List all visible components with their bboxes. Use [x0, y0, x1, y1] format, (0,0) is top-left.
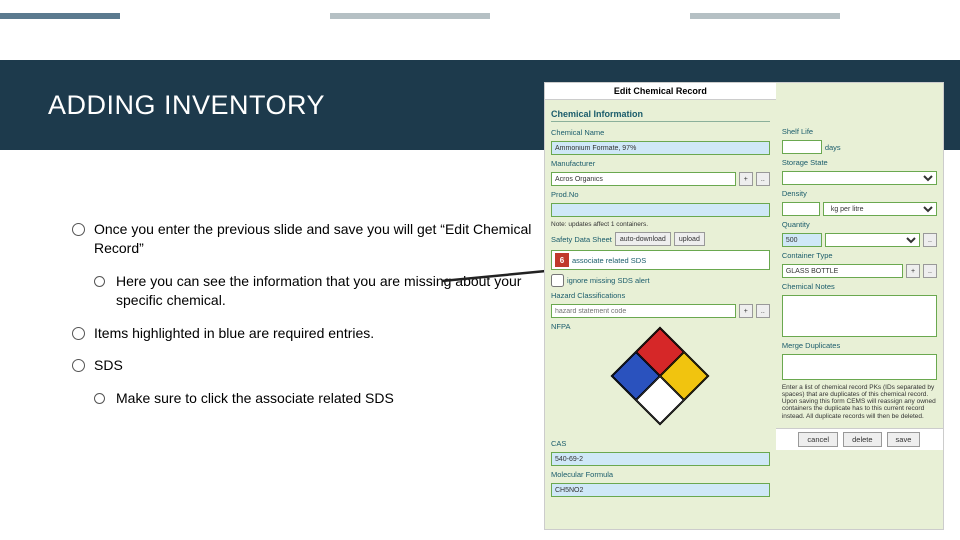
label-merge-duplicates: Merge Duplicates — [782, 341, 937, 350]
bullet-text: Make sure to click the associate related… — [116, 390, 394, 406]
label-days: days — [825, 143, 841, 152]
input-hazard-class[interactable] — [551, 304, 736, 318]
select-density-unit[interactable]: kg per litre — [823, 202, 937, 216]
lookup-quantity-button[interactable]: .. — [923, 233, 937, 247]
label-ignore-sds: ignore missing SDS alert — [567, 276, 650, 285]
bullet-item: Here you can see the information that yo… — [94, 272, 532, 310]
lookup-manufacturer-button[interactable]: .. — [756, 172, 770, 186]
label-shelf-life: Shelf Life — [782, 127, 937, 136]
merge-note: Enter a list of chemical record PKs (IDs… — [782, 384, 937, 420]
lookup-hazard-button[interactable]: .. — [756, 304, 770, 318]
add-hazard-button[interactable]: + — [739, 304, 753, 318]
sds-pdf-icon: 6 — [555, 253, 569, 267]
panel-button-row: cancel delete save — [776, 428, 943, 450]
label-chemical-name: Chemical Name — [551, 128, 770, 137]
label-quantity: Quantity — [782, 220, 937, 229]
label-storage-state: Storage State — [782, 158, 937, 167]
textarea-chemical-notes[interactable] — [782, 295, 937, 337]
input-chemical-name[interactable] — [551, 141, 770, 155]
bullet-item: Once you enter the previous slide and sa… — [72, 220, 532, 310]
bullet-item: Items highlighted in blue are required e… — [72, 324, 532, 343]
slide-body: Once you enter the previous slide and sa… — [72, 220, 532, 422]
sds-row: Safety Data Sheet auto-download upload — [551, 232, 770, 246]
accent-stripe — [0, 13, 120, 19]
accent-stripe — [330, 13, 490, 19]
bullet-item: SDS Make sure to click the associate rel… — [72, 356, 532, 408]
panel-right-column: . Shelf Life days Storage State Density … — [776, 83, 943, 529]
input-manufacturer[interactable] — [551, 172, 736, 186]
input-prod-no[interactable] — [551, 203, 770, 217]
sds-auto-download-button[interactable]: auto-download — [615, 232, 671, 246]
select-quantity-unit[interactable] — [825, 233, 920, 247]
slide-title: ADDING INVENTORY — [48, 90, 325, 121]
bullet-text: Here you can see the information that yo… — [116, 273, 521, 308]
accent-stripe — [690, 13, 840, 19]
delete-button[interactable]: delete — [843, 432, 881, 447]
associate-sds-text: associate related SDS — [572, 256, 646, 265]
bullet-item: Make sure to click the associate related… — [94, 389, 532, 408]
add-manufacturer-button[interactable]: + — [739, 172, 753, 186]
save-button[interactable]: save — [887, 432, 921, 447]
input-shelf-life[interactable] — [782, 140, 822, 154]
label-hazard-class: Hazard Classifications — [551, 291, 770, 300]
section-chemical-info: Chemical Information — [551, 107, 770, 122]
label-manufacturer: Manufacturer — [551, 159, 770, 168]
edit-chemical-record-panel: Edit Chemical Record Chemical Informatio… — [544, 82, 944, 530]
lookup-container-type-button[interactable]: .. — [923, 264, 937, 278]
input-container-type[interactable] — [782, 264, 903, 278]
bullet-text: Once you enter the previous slide and sa… — [94, 221, 531, 256]
input-merge-duplicates[interactable] — [782, 354, 937, 380]
label-chemical-notes: Chemical Notes — [782, 282, 937, 291]
note-containers: Note: updates affect 1 containers. — [551, 221, 770, 228]
label-molecular-formula: Molecular Formula — [551, 470, 770, 479]
label-container-type: Container Type — [782, 251, 937, 260]
input-cas[interactable] — [551, 452, 770, 466]
sds-upload-button[interactable]: upload — [674, 232, 705, 246]
label-prod-no: Prod.No — [551, 190, 770, 199]
label-cas: CAS — [551, 439, 770, 448]
panel-title: Edit Chemical Record — [545, 83, 776, 100]
label-density: Density — [782, 189, 937, 198]
panel-left-column: Edit Chemical Record Chemical Informatio… — [545, 83, 776, 529]
input-density[interactable] — [782, 202, 820, 216]
cancel-button[interactable]: cancel — [798, 432, 838, 447]
select-storage-state[interactable] — [782, 171, 937, 185]
bullet-text: SDS — [94, 357, 123, 373]
add-container-type-button[interactable]: + — [906, 264, 920, 278]
input-quantity[interactable] — [782, 233, 822, 247]
associate-sds-link[interactable]: 6 associate related SDS — [551, 250, 770, 270]
input-molecular-formula[interactable] — [551, 483, 770, 497]
bullet-text: Items highlighted in blue are required e… — [94, 325, 374, 341]
nfpa-diamond — [551, 335, 770, 435]
label-sds: Safety Data Sheet — [551, 235, 612, 244]
ignore-sds-checkbox[interactable] — [551, 274, 564, 287]
